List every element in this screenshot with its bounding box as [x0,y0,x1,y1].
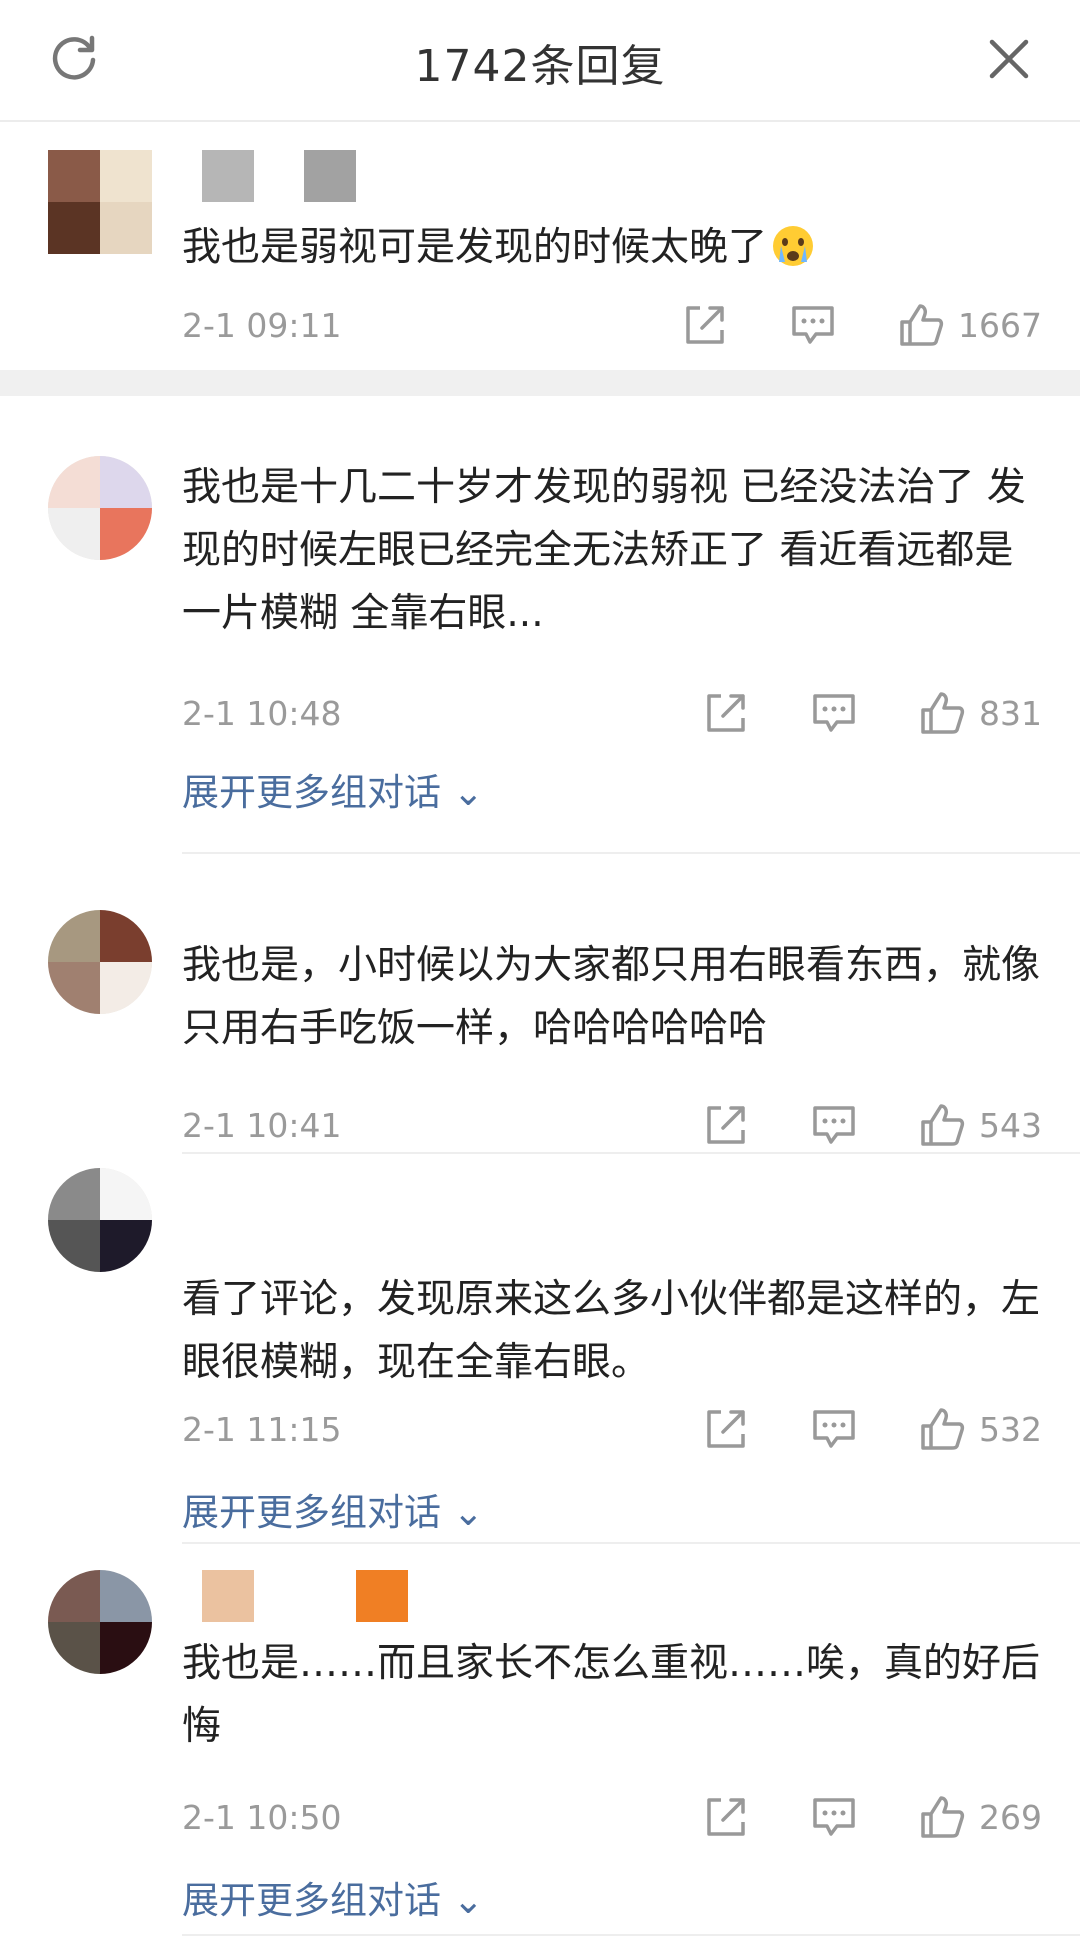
comment-meta: 2-1 10:48 831 [182,688,1042,738]
comment-icon[interactable] [788,300,838,350]
thumbs-up-icon [921,1104,965,1146]
share-icon[interactable] [701,1100,751,1150]
comment-text: 看了评论，发现原来这么多小伙伴都是这样的，左眼很模糊，现在全靠右眼。 [182,1277,1041,1385]
share-icon[interactable] [701,1792,751,1842]
comment-divider [182,852,1080,854]
comment-meta: 2-1 10:41 543 [182,1100,1042,1150]
like-button[interactable]: 543 [917,1100,1042,1150]
chevron-down-icon: ⌄ [441,771,484,814]
comment-meta: 2-1 09:11 1667 [182,300,1042,350]
page-title: 1742条回复 [414,41,666,92]
comment-icon[interactable] [809,688,859,738]
like-count: 269 [979,1797,1042,1837]
comment-time: 2-1 09:11 [182,306,342,345]
thumbs-up-icon [921,1408,965,1450]
comment-time: 2-1 10:41 [182,1106,342,1145]
thumbs-up-icon [921,692,965,734]
avatar[interactable] [48,1168,152,1272]
expand-conversation-link[interactable]: 展开更多组对话 ⌄ [182,762,484,816]
like-count: 543 [979,1105,1042,1145]
thumbs-up-icon [921,1796,965,1838]
comment-icon[interactable] [809,1100,859,1150]
share-icon[interactable] [701,1404,751,1454]
like-count: 1667 [958,305,1042,345]
like-button[interactable]: 1667 [896,300,1042,350]
share-icon[interactable] [680,300,730,350]
comment-text: 我也是，小时候以为大家都只用右眼看东西，就像只用右手吃饭一样，哈哈哈哈哈哈 [182,943,1041,1051]
comment-text: 我也是弱视可是发现的时候太晚了 [182,216,1042,279]
avatar[interactable] [48,456,152,560]
thumbs-up-icon [900,304,944,346]
avatar[interactable] [48,910,152,1014]
comment-time: 2-1 11:15 [182,1410,342,1449]
comment-icon[interactable] [809,1792,859,1842]
avatar[interactable] [48,150,152,254]
like-button[interactable]: 532 [917,1404,1042,1454]
comment-icon[interactable] [809,1404,859,1454]
comment-divider [182,1934,1080,1936]
comment-text: 我也是……而且家长不怎么重视……唉，真的好后悔 [182,1641,1041,1749]
like-button[interactable]: 269 [917,1792,1042,1842]
section-divider [0,370,1080,396]
comment-time: 2-1 10:50 [182,1798,342,1837]
comment-text: 我也是十几二十岁才发现的弱视 已经没法治了 发现的时候左眼已经完全无法矫正了 看… [182,465,1026,636]
comment-divider [182,1152,1080,1154]
close-icon[interactable] [984,34,1034,84]
comment-divider [182,1542,1080,1544]
chevron-down-icon: ⌄ [441,1491,484,1534]
crying-face-icon [773,226,814,266]
expand-conversation-link[interactable]: 展开更多组对话 ⌄ [182,1482,484,1536]
expand-conversation-link[interactable]: 展开更多组对话 ⌄ [182,1870,484,1924]
comment-meta: 2-1 11:15 532 [182,1404,1042,1454]
avatar[interactable] [48,1570,152,1674]
like-count: 532 [979,1409,1042,1449]
share-icon[interactable] [701,688,751,738]
header-bar: 1742条回复 [0,0,1080,122]
like-button[interactable]: 831 [917,688,1042,738]
comment-meta: 2-1 10:50 269 [182,1792,1042,1842]
chevron-down-icon: ⌄ [441,1879,484,1922]
comment-time: 2-1 10:48 [182,694,342,733]
like-count: 831 [979,693,1042,733]
